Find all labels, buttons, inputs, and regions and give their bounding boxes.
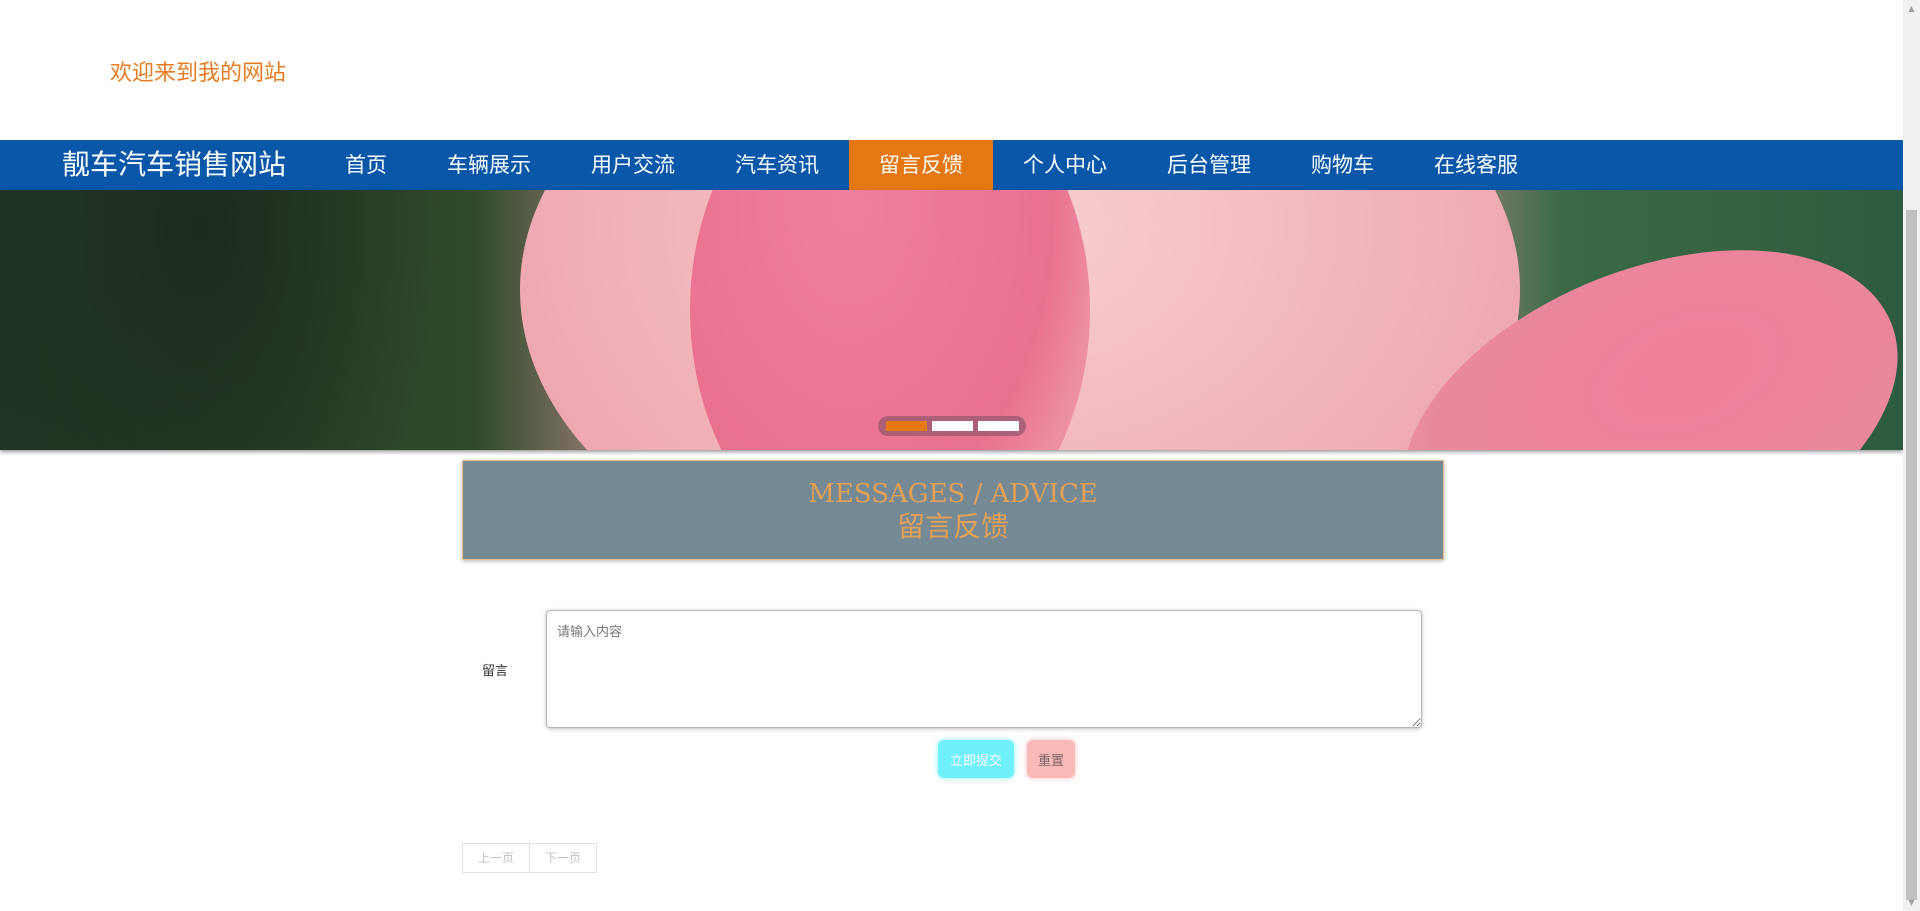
carousel-dot-2[interactable] <box>931 421 973 431</box>
site-brand[interactable]: 靓车汽车销售网站 <box>62 140 286 190</box>
navbar: 靓车汽车销售网站 首页 车辆展示 用户交流 汽车资讯 留言反馈 个人中心 后台管… <box>0 140 1903 190</box>
nav-item-feedback[interactable]: 留言反馈 <box>849 140 993 190</box>
scrollbar-thumb[interactable] <box>1906 210 1917 900</box>
scroll-down-icon[interactable]: ▼ <box>1903 894 1920 911</box>
nav-item-admin[interactable]: 后台管理 <box>1137 140 1281 190</box>
banner-carousel[interactable] <box>0 190 1903 450</box>
message-input[interactable] <box>546 610 1422 728</box>
section-title-box: MESSAGES / ADVICE 留言反馈 <box>462 460 1444 560</box>
nav-item-profile[interactable]: 个人中心 <box>993 140 1137 190</box>
reset-button[interactable]: 重置 <box>1027 740 1075 778</box>
prev-page-button[interactable]: 上一页 <box>462 843 530 873</box>
carousel-indicators <box>878 416 1026 436</box>
nav-item-community[interactable]: 用户交流 <box>561 140 705 190</box>
scroll-up-icon[interactable]: ▲ <box>1903 0 1920 17</box>
carousel-dot-3[interactable] <box>977 421 1019 431</box>
carousel-dot-1[interactable] <box>885 421 927 431</box>
page: 欢迎来到我的网站 靓车汽车销售网站 首页 车辆展示 用户交流 汽车资讯 留言反馈… <box>0 0 1903 911</box>
submit-button[interactable]: 立即提交 <box>938 740 1014 778</box>
nav-item-cart[interactable]: 购物车 <box>1281 140 1404 190</box>
nav-item-vehicles[interactable]: 车辆展示 <box>417 140 561 190</box>
pagination: 上一页 下一页 <box>462 843 597 873</box>
vertical-scrollbar[interactable]: ▲ ▼ <box>1903 0 1920 911</box>
nav-item-home[interactable]: 首页 <box>315 140 417 190</box>
section-title-en: MESSAGES / ADVICE <box>808 479 1098 509</box>
nav-item-news[interactable]: 汽车资讯 <box>705 140 849 190</box>
banner-image-petal-center <box>690 190 1090 450</box>
section-title-cn: 留言反馈 <box>896 510 1009 543</box>
nav-item-support[interactable]: 在线客服 <box>1404 140 1548 190</box>
next-page-button[interactable]: 下一页 <box>530 843 597 873</box>
nav-menu: 首页 车辆展示 用户交流 汽车资讯 留言反馈 个人中心 后台管理 购物车 在线客… <box>315 140 1548 190</box>
message-label: 留言 <box>482 664 509 679</box>
welcome-text: 欢迎来到我的网站 <box>110 61 287 86</box>
